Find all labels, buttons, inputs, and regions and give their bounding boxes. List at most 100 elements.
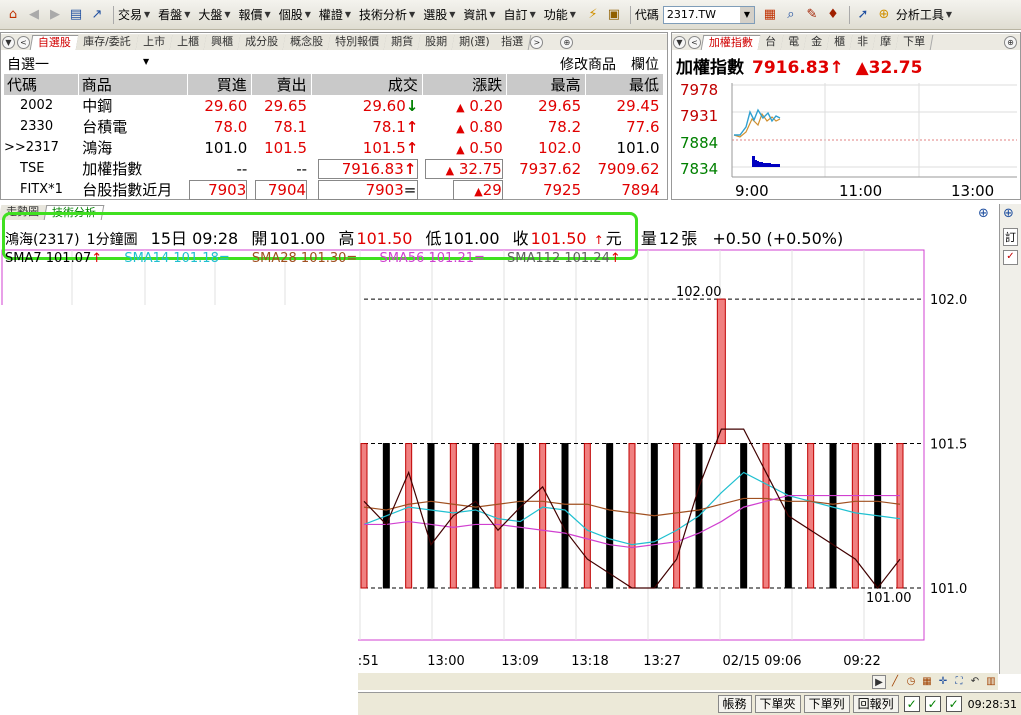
- menu-screener[interactable]: 選股 ▼: [423, 6, 455, 23]
- tab-futures[interactable]: 期貨: [383, 35, 422, 50]
- col-name[interactable]: 商品: [78, 74, 188, 95]
- tab-otc[interactable]: 上櫃: [169, 35, 208, 50]
- menu-watch[interactable]: 看盤 ▼: [158, 6, 190, 23]
- tab-concept[interactable]: 概念股: [282, 35, 332, 50]
- menu-quote[interactable]: 報價 ▼: [239, 6, 271, 23]
- status-checkbox[interactable]: ✓: [945, 696, 962, 712]
- zoom-box-icon[interactable]: ⛶: [952, 675, 966, 689]
- collapse-icon[interactable]: 訂: [1003, 228, 1018, 246]
- menu-stock[interactable]: 個股 ▼: [279, 6, 311, 23]
- bars-icon[interactable]: ▥: [984, 675, 998, 689]
- code-input[interactable]: 2317.TW ▼: [662, 5, 755, 24]
- quote-lookup-icon[interactable]: ▦: [761, 6, 779, 24]
- triangle-up-icon: ▲: [456, 142, 465, 156]
- search-icon[interactable]: ⌕: [782, 6, 800, 24]
- right-sidebar: ⊕ 訂 ✓: [999, 204, 1021, 674]
- col-low[interactable]: 最低: [585, 74, 665, 95]
- menu-info[interactable]: 資訊 ▼: [463, 6, 495, 23]
- pointer-icon[interactable]: ➚: [854, 6, 872, 24]
- check-icon[interactable]: ✓: [1003, 250, 1018, 265]
- chevron-down-icon[interactable]: ▼: [2, 36, 15, 49]
- print-icon[interactable]: ▤: [67, 6, 85, 24]
- menu-technical[interactable]: 技術分析 ▼: [359, 6, 415, 23]
- chevron-down-icon[interactable]: ▼: [739, 6, 754, 23]
- price-bar: [606, 443, 614, 589]
- col-bid[interactable]: 買進: [187, 74, 252, 95]
- tab-listed[interactable]: 上市: [135, 35, 174, 50]
- zoom-in-icon[interactable]: ⊕: [978, 206, 989, 221]
- forward-icon[interactable]: ▶: [46, 6, 64, 24]
- columns-button[interactable]: 欄位: [631, 54, 659, 74]
- lightning-icon[interactable]: ⚡: [584, 6, 602, 24]
- account-button[interactable]: 帳務: [717, 695, 752, 713]
- index-title: 加權指數 7916.83↑ ▲32.75: [676, 53, 922, 78]
- cell-bid: 78.0: [213, 117, 248, 136]
- index-panel: ▼ < 加權指數 台 電 金 櫃 非 摩 下單 ⊕ 加權指數 7916.83↑ ▲…: [671, 32, 1021, 200]
- scroll-right-icon[interactable]: ▶: [872, 674, 886, 689]
- col-last[interactable]: 成交: [311, 74, 423, 95]
- menu-custom[interactable]: 自訂 ▼: [504, 6, 536, 23]
- col-change[interactable]: 漲跌: [422, 74, 508, 95]
- tab-special-quote[interactable]: 特別報價: [327, 35, 388, 50]
- status-checkbox[interactable]: ✓: [924, 696, 941, 712]
- tab-stock-futures[interactable]: 股期: [417, 35, 456, 50]
- home-icon[interactable]: ⌂: [4, 6, 22, 24]
- back-icon[interactable]: ◀: [25, 6, 43, 24]
- popout-icon[interactable]: ↗: [88, 6, 106, 24]
- tab-emerging[interactable]: 興櫃: [203, 35, 242, 50]
- menu-analysis-tools[interactable]: 分析工具 ▼: [896, 6, 952, 23]
- table-row[interactable]: 2002 中鋼 29.60 29.65 29.60↓ ▲ 0.20 29.65 …: [4, 95, 664, 116]
- order-folder-button[interactable]: 下單夾: [754, 695, 801, 713]
- menu-market[interactable]: 大盤 ▼: [198, 6, 230, 23]
- col-ask[interactable]: 賣出: [251, 74, 312, 95]
- arrow-up-icon: ↑: [609, 251, 621, 266]
- table-row[interactable]: FITX*1 台股指數近月 7903 7904 7903= ▲29 7925 7…: [4, 179, 664, 200]
- group-select[interactable]: 自選一: [7, 54, 49, 74]
- table-row[interactable]: TSE 加權指數 -- -- 7916.83↑ ▲ 32.75 7937.62 …: [4, 158, 664, 179]
- undo-icon[interactable]: ↶: [968, 675, 982, 689]
- line-tool-icon[interactable]: ╱: [888, 675, 902, 689]
- x-tick-label: 09:22: [843, 654, 880, 669]
- ma56-label: SMA56 101.21: [379, 251, 474, 266]
- chevron-down-icon[interactable]: ▼: [143, 57, 149, 66]
- alert-icon[interactable]: ♦: [824, 6, 842, 24]
- table-row[interactable]: 2330 台積電 78.0 78.1 78.1↑ ▲ 0.80 78.2 77.…: [4, 116, 664, 137]
- magnifier-icon[interactable]: ⊕: [875, 6, 893, 24]
- status-checkbox[interactable]: ✓: [903, 696, 920, 712]
- tab-options[interactable]: 期(選): [451, 35, 498, 50]
- zoom-in-icon[interactable]: ⊕: [1004, 36, 1017, 49]
- tab-taiex[interactable]: 加權指數: [700, 35, 762, 50]
- clock-icon[interactable]: ◷: [904, 675, 918, 689]
- tab-order[interactable]: 下單: [895, 35, 934, 50]
- arrow-up-icon: ↑: [405, 117, 419, 136]
- cell-ask: 7904: [251, 179, 311, 200]
- tools-icon[interactable]: ✎: [803, 6, 821, 24]
- crosshair-icon[interactable]: ✛: [936, 675, 950, 689]
- chevron-down-icon[interactable]: ▼: [673, 36, 686, 49]
- menu-trade[interactable]: 交易 ▼: [118, 6, 150, 23]
- chevron-left-icon[interactable]: <: [688, 36, 701, 49]
- zoom-in-icon[interactable]: ⊕: [560, 36, 574, 49]
- chevron-right-icon[interactable]: >: [530, 36, 544, 49]
- calendar-icon[interactable]: ▦: [920, 675, 934, 689]
- notepad-icon[interactable]: ▣: [605, 6, 623, 24]
- modify-items-button[interactable]: 修改商品: [560, 54, 616, 74]
- chevron-left-icon[interactable]: <: [17, 36, 30, 49]
- cell-high: 7937.62: [519, 159, 582, 178]
- menu-warrant[interactable]: 權證 ▼: [319, 6, 351, 23]
- index-change: ▲32.75: [855, 58, 923, 78]
- cell-high: 78.2: [547, 117, 582, 136]
- volume-unit: 張: [681, 229, 698, 248]
- zoom-in-icon[interactable]: ⊕: [1003, 206, 1014, 221]
- order-bar-button[interactable]: 下單列: [803, 695, 850, 713]
- col-high[interactable]: 最高: [506, 74, 586, 95]
- table-row[interactable]: >>2317 鴻海 101.0 101.5 101.5↑ ▲ 0.50 102.…: [4, 137, 664, 158]
- report-bar-button[interactable]: 回報列: [852, 695, 899, 713]
- tab-components[interactable]: 成分股: [237, 35, 287, 50]
- tab-inventory[interactable]: 庫存/委託: [75, 35, 140, 50]
- tab-index-options[interactable]: 指選: [493, 35, 532, 50]
- menu-function[interactable]: 功能 ▼: [544, 6, 576, 23]
- tab-watchlist[interactable]: 自選股: [29, 35, 80, 50]
- quote-table: 代碼 商品 買進 賣出 成交 漲跌 最高 最低 2002 中鋼 29.60 29…: [4, 74, 665, 200]
- col-code[interactable]: 代碼: [4, 74, 79, 95]
